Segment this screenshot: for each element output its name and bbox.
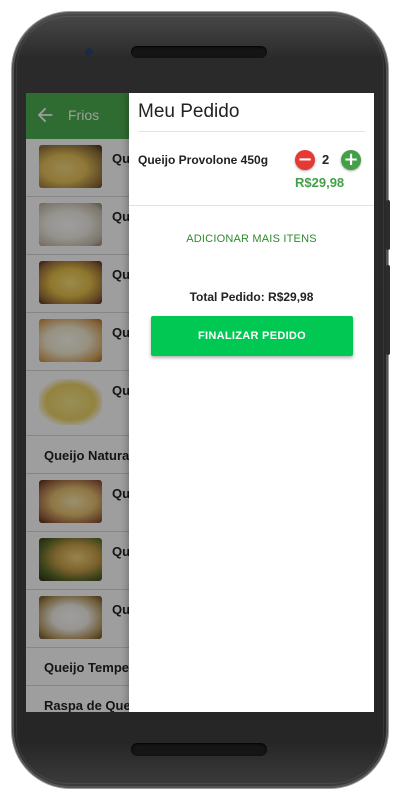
order-total: Total Pedido: R$29,98 — [189, 290, 314, 304]
drawer-title: Meu Pedido — [138, 101, 240, 122]
app-screen: Frios Queijo Queijo Queijo Queijo Queijo… — [26, 93, 374, 712]
add-more-items-button[interactable]: ADICIONAR MAIS ITENS — [129, 233, 374, 245]
bottom-speaker — [131, 743, 267, 756]
power-button — [386, 200, 390, 250]
order-item-quantity: 2 — [322, 152, 330, 167]
order-drawer: Meu Pedido Queijo Provolone 450g − 2 + R… — [129, 93, 374, 712]
plus-circle-icon[interactable]: + — [341, 150, 361, 170]
earpiece-speaker — [131, 46, 267, 58]
divider — [129, 205, 374, 206]
order-item-price: R$29,98 — [295, 175, 345, 190]
divider — [138, 131, 365, 132]
minus-circle-icon[interactable]: − — [295, 150, 315, 170]
order-item-name: Queijo Provolone 450g — [138, 153, 269, 167]
front-camera — [85, 48, 93, 56]
volume-button — [386, 265, 390, 355]
finish-order-button[interactable]: FINALIZAR PEDIDO — [151, 316, 353, 356]
